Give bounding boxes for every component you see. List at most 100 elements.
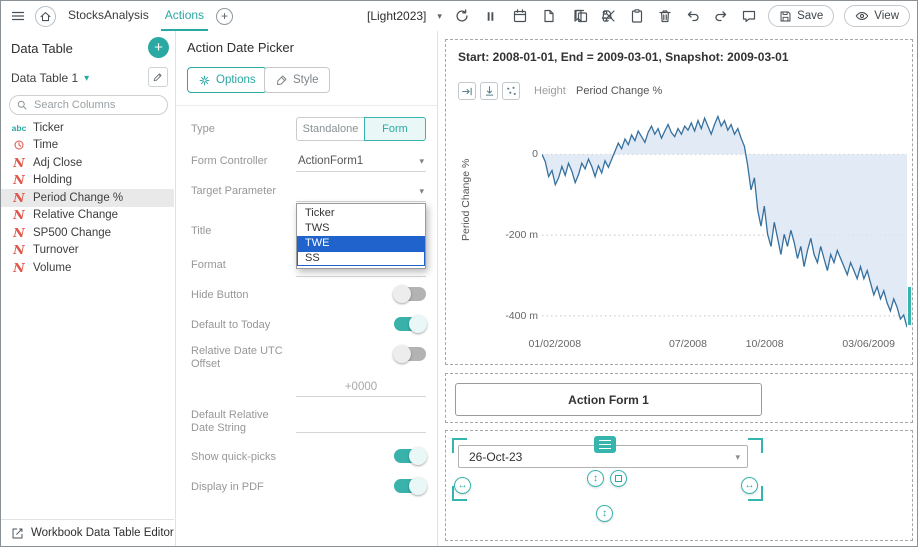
expand-handle[interactable] [610,470,627,487]
show-quick-picks-label: Show quick-picks [191,451,291,464]
refresh-icon[interactable] [453,7,471,25]
option-ss[interactable]: SS [297,251,425,266]
column-item-holding[interactable]: N Holding [1,172,174,190]
height-axis-value[interactable]: Period Change % [576,85,662,97]
display-in-pdf-toggle[interactable] [394,479,426,493]
y-tick-label: -400 m [505,310,538,322]
add-tab-button[interactable]: + [216,8,233,25]
chevron-down-icon[interactable]: ▾ [437,11,442,22]
chart-panel[interactable]: Start: 2008-01-01, End = 2009-03-01, Sna… [445,39,913,365]
data-table-sidebar: Data Table + Data Table 1 ▾ abcTicker Ti… [1,31,176,546]
resize-vertical-handle[interactable]: ↕ [587,470,604,487]
time-series-chart[interactable] [542,112,907,332]
eye-icon [855,9,869,23]
default-to-today-toggle[interactable] [394,317,426,331]
column-item-ticker[interactable]: abc Ticker [1,119,174,137]
floppy-icon [779,10,792,23]
title-label: Title [191,225,291,238]
option-tws[interactable]: TWS [297,221,425,236]
comment-icon[interactable] [740,7,758,25]
column-item-sp500-change[interactable]: NSP500 Change [1,224,174,242]
data-table-selector[interactable]: Data Table 1 ▾ [11,71,89,85]
x-axis-ticks: 01/02/200807/200810/200803/06/2009 [542,338,907,352]
paste-icon[interactable] [628,7,646,25]
view-button[interactable]: View [844,5,910,27]
grip-lines-icon [599,444,611,446]
pan-vertical-icon[interactable] [480,82,498,100]
widget-drag-handle[interactable] [594,436,616,453]
column-item-period-change[interactable]: NPeriod Change % [1,189,174,207]
type-standalone-button[interactable]: Standalone [296,117,365,141]
column-item-adj-close[interactable]: N Adj Close [1,154,174,172]
tab-stocksanalysis[interactable]: StocksAnalysis [64,1,153,31]
action-form-button[interactable]: Action Form 1 [455,383,762,416]
numeric-type-icon: N [10,174,28,187]
y-tick-label: 0 [532,148,538,160]
column-label: Ticker [33,122,64,134]
target-parameter-label: Target Parameter [191,185,291,198]
column-item-time[interactable]: Time [1,137,174,155]
search-icon [16,99,28,111]
panel-title: Action Date Picker [187,40,294,55]
relative-utc-offset-label: Relative Date UTC Offset [191,345,291,371]
workbook-data-table-editor-button[interactable]: Workbook Data Table Editor [1,519,174,546]
column-item-volume[interactable]: NVolume [1,259,174,277]
column-item-relative-change[interactable]: NRelative Change [1,207,174,225]
date-picker-panel: ▾ ↕ ↔ ↔ ↕ [445,430,913,541]
display-in-pdf-label: Display in PDF [191,481,291,494]
pan-horizontal-icon[interactable] [458,82,476,100]
hide-button-label: Hide Button [191,289,291,302]
tab-options[interactable]: Options [187,67,267,93]
calendar-icon[interactable] [511,7,529,25]
delete-icon[interactable] [656,7,674,25]
default-relative-date-input[interactable] [296,413,426,433]
resize-bottom-handle[interactable]: ↕ [596,505,613,522]
tab-style[interactable]: Style [264,67,330,93]
menu-icon[interactable] [9,7,27,25]
document-icon[interactable] [540,7,558,25]
save-button[interactable]: Save [768,5,834,27]
option-ticker[interactable]: Ticker [297,206,425,221]
show-quick-picks-toggle[interactable] [394,449,426,463]
search-input[interactable] [32,98,161,112]
pause-icon[interactable] [482,7,500,25]
copy-icon[interactable] [572,7,590,25]
column-label: Volume [33,262,71,274]
numeric-type-icon: N [10,157,28,170]
resize-left-handle[interactable]: ↔ [454,477,471,494]
app-window: StocksAnalysis Actions + [Light2023] ▾ S… [0,0,918,547]
view-button-label: View [874,10,899,22]
column-item-turnover[interactable]: NTurnover [1,242,174,260]
type-form-button[interactable]: Form [364,117,426,141]
selection-corner-top-right [748,438,763,453]
scatter-points-icon[interactable] [502,82,520,100]
target-parameter-dropdown[interactable]: ▾ [296,181,426,202]
relative-utc-offset-toggle[interactable] [394,347,426,361]
x-tick-label: 03/06/2009 [842,338,895,350]
utc-offset-input[interactable] [296,377,426,397]
home-button[interactable] [35,6,56,27]
chevron-down-icon: ▾ [419,156,424,167]
form-controller-label: Form Controller [191,155,291,168]
form-controller-dropdown[interactable]: ActionForm1 ▾ [296,151,426,172]
pencil-icon [152,71,164,83]
column-label: Holding [33,174,72,186]
gear-icon [198,74,211,87]
option-twe[interactable]: TWE [297,236,425,251]
resize-right-handle[interactable]: ↔ [741,477,758,494]
text-type-icon: abc [10,123,28,133]
cut-icon[interactable] [600,7,618,25]
chevron-down-icon: ▾ [84,73,89,84]
chart-scrollbar-thumb[interactable] [908,287,911,325]
add-data-table-button[interactable]: + [148,37,169,58]
redo-icon[interactable] [712,7,730,25]
column-label: Adj Close [33,157,82,169]
edit-data-table-button[interactable] [148,67,168,87]
undo-icon[interactable] [684,7,702,25]
workbook-theme-label[interactable]: [Light2023] [367,9,426,23]
dashboard-canvas: Start: 2008-01-01, End = 2009-03-01, Sna… [438,31,917,546]
options-tab-label: Options [216,74,256,86]
hide-button-toggle[interactable] [394,287,426,301]
chevron-down-icon[interactable]: ▾ [735,452,740,463]
tab-actions[interactable]: Actions [161,1,208,31]
